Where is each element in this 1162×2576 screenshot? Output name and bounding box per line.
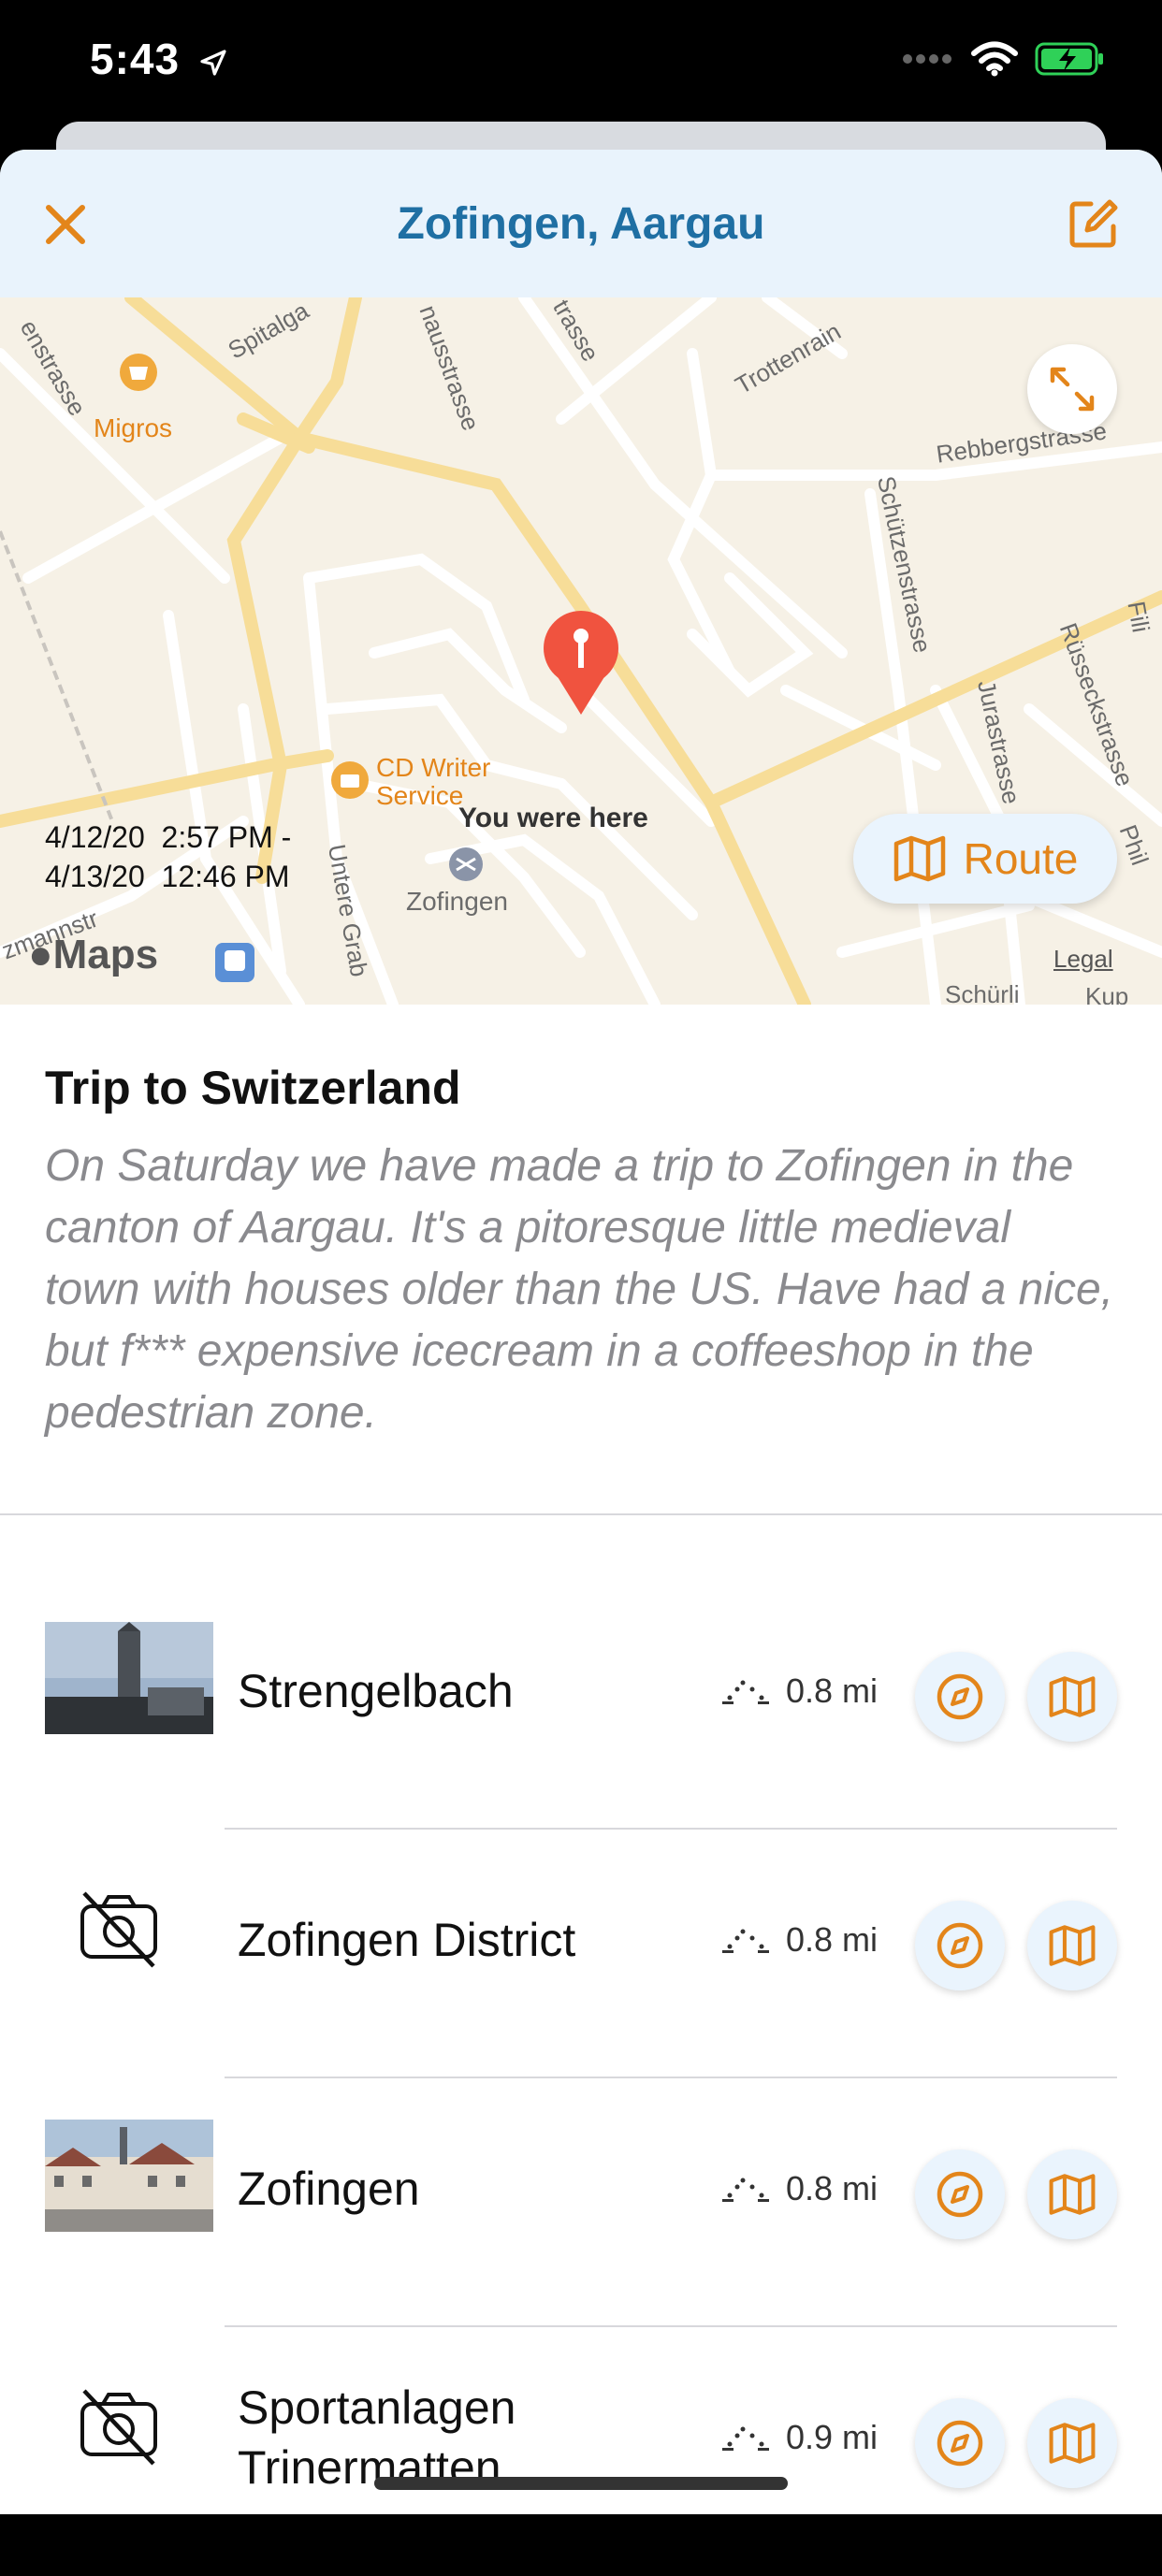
compass-icon	[937, 2171, 983, 2218]
migros-poi-icon[interactable]	[120, 354, 157, 391]
apple-maps-logo: ●Maps	[28, 932, 158, 978]
compass-button[interactable]	[915, 2149, 1005, 2239]
zofingen-poi-icon[interactable]	[449, 847, 483, 881]
compass-button[interactable]	[915, 2398, 1005, 2488]
route-button[interactable]: Route	[853, 814, 1117, 904]
map-icon	[1049, 2174, 1096, 2215]
place-distance: 0.8 mi	[720, 1581, 878, 1802]
place-name: Zofingen	[238, 2163, 420, 2215]
place-distance-value: 0.8 mi	[786, 1920, 879, 1959]
compass-icon	[937, 1673, 983, 1720]
maps-logo-text: Maps	[52, 932, 159, 977]
compass-icon	[937, 2420, 983, 2467]
list-item[interactable]: Sportanlagen Trinermatten 0.9 mi	[0, 2327, 1162, 2576]
edit-icon[interactable]	[1067, 196, 1121, 251]
place-distance: 0.9 mi	[720, 2327, 878, 2548]
signal-dots-icon	[903, 54, 951, 64]
apple-logo-icon: ●	[28, 932, 53, 977]
map-icon	[1049, 1925, 1096, 1966]
list-item[interactable]: Zofingen District 0.8 mi	[0, 1830, 1162, 2078]
place-distance-value: 0.8 mi	[786, 1672, 879, 1710]
pin-label: You were here	[458, 803, 648, 833]
place-distance: 0.8 mi	[720, 1830, 878, 2050]
legal-link[interactable]: Legal	[1053, 945, 1113, 974]
place-thumbnail	[45, 2120, 213, 2232]
location-pin-icon[interactable]	[544, 611, 618, 715]
trip-description: On Saturday we have made a trip to Zofin…	[45, 1141, 1114, 1438]
trip-info: Trip to Switzerland On Saturday we have …	[0, 1005, 1162, 1444]
list-item[interactable]: Strengelbach 0.8 mi	[0, 1581, 1162, 1830]
battery-charging-icon	[1035, 42, 1103, 76]
map-label-schuerli: Schürli	[945, 980, 1020, 1005]
place-distance-value: 0.9 mi	[786, 2418, 879, 2456]
map-icon	[1049, 2423, 1096, 2464]
map-label-fili: Fili	[1122, 599, 1155, 635]
route-label: Route	[963, 834, 1079, 883]
map-icon	[893, 835, 945, 882]
place-distance-value: 0.8 mi	[786, 2169, 879, 2207]
trip-dates: 4/12/20 2:57 PM - 4/13/20 12:46 PM	[45, 818, 291, 896]
place-thumbnail	[45, 1622, 213, 1734]
compass-icon	[937, 1922, 983, 1969]
cd-writer-poi-icon[interactable]	[331, 761, 369, 799]
list-item[interactable]: Zofingen 0.8 mi	[0, 2078, 1162, 2327]
place-name: Sportanlagen Trinermatten	[238, 2381, 516, 2494]
footsteps-icon	[722, 1929, 769, 1953]
places-list: Strengelbach 0.8 mi Zofingen District 0.…	[0, 1581, 1162, 2576]
trip-title: Trip to Switzerland	[45, 1062, 461, 1114]
wifi-icon	[971, 41, 1018, 77]
show-on-map-button[interactable]	[1027, 1901, 1117, 1990]
status-time: 5:43	[90, 34, 228, 84]
location-arrow-icon	[200, 50, 226, 76]
map-label-kup: Kup	[1085, 982, 1129, 1005]
no-photo-icon	[80, 2389, 157, 2466]
train-station-icon[interactable]	[215, 943, 254, 982]
map-label-cd-writer: CD Writer Service	[376, 753, 491, 810]
nav-bar: Zofingen, Aargau	[0, 150, 1162, 297]
status-time-text: 5:43	[90, 35, 181, 83]
page-title: Zofingen, Aargau	[397, 199, 765, 249]
trip-date-end: 4/13/20 12:46 PM	[45, 860, 290, 893]
show-on-map-button[interactable]	[1027, 1652, 1117, 1742]
no-photo-icon	[80, 1891, 157, 1968]
expand-map-button[interactable]	[1027, 344, 1117, 434]
map-icon	[1049, 1676, 1096, 1717]
footsteps-icon	[722, 2178, 769, 2202]
section-divider	[0, 1513, 1162, 1515]
map-view[interactable]: Migros CD Writer Service Zofingen Spital…	[0, 297, 1162, 1005]
status-bar: 5:43	[0, 0, 1162, 122]
place-distance: 0.8 mi	[720, 2078, 878, 2299]
expand-icon	[1050, 367, 1095, 412]
footsteps-icon	[722, 1680, 769, 1704]
trip-date-start: 4/12/20 2:57 PM -	[45, 820, 292, 854]
map-label-migros: Migros	[94, 413, 173, 442]
place-name: Zofingen District	[238, 1914, 576, 1966]
show-on-map-button[interactable]	[1027, 2398, 1117, 2488]
home-indicator[interactable]	[374, 2477, 788, 2490]
compass-button[interactable]	[915, 1652, 1005, 1742]
place-name: Strengelbach	[238, 1665, 514, 1717]
map-label-zofingen: Zofingen	[406, 887, 508, 916]
footsteps-icon	[722, 2426, 769, 2451]
compass-button[interactable]	[915, 1901, 1005, 1990]
show-on-map-button[interactable]	[1027, 2149, 1117, 2239]
